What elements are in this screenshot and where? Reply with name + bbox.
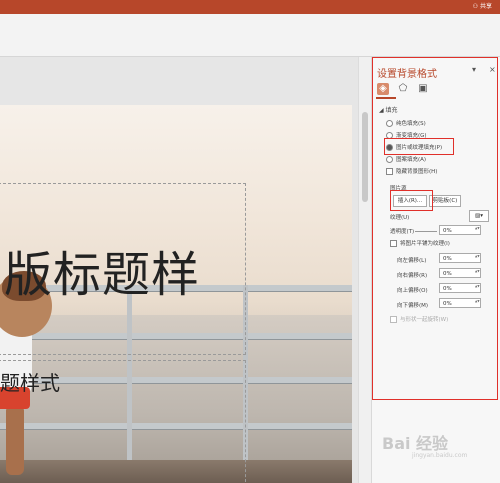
insert-button-highlight-box — [390, 190, 433, 211]
watermark: Bai 经验 — [382, 434, 449, 453]
slide-title[interactable]: 版标题样 — [4, 235, 200, 305]
ribbon — [0, 14, 500, 57]
vertical-scrollbar[interactable] — [358, 57, 371, 483]
slide[interactable]: 版标题样 题样式 — [0, 105, 352, 483]
picture-fill-highlight-box — [384, 138, 454, 155]
slide-subtitle[interactable]: 题样式 — [0, 367, 60, 396]
person-icon: ⚇ — [472, 3, 479, 10]
title-bar: ⚇ 共享 — [0, 0, 500, 14]
pane-highlight-box — [372, 57, 498, 400]
scroll-thumb[interactable] — [362, 112, 368, 202]
watermark-url: jingyan.baidu.com — [412, 452, 468, 459]
share-button[interactable]: ⚇ 共享 — [473, 1, 492, 13]
